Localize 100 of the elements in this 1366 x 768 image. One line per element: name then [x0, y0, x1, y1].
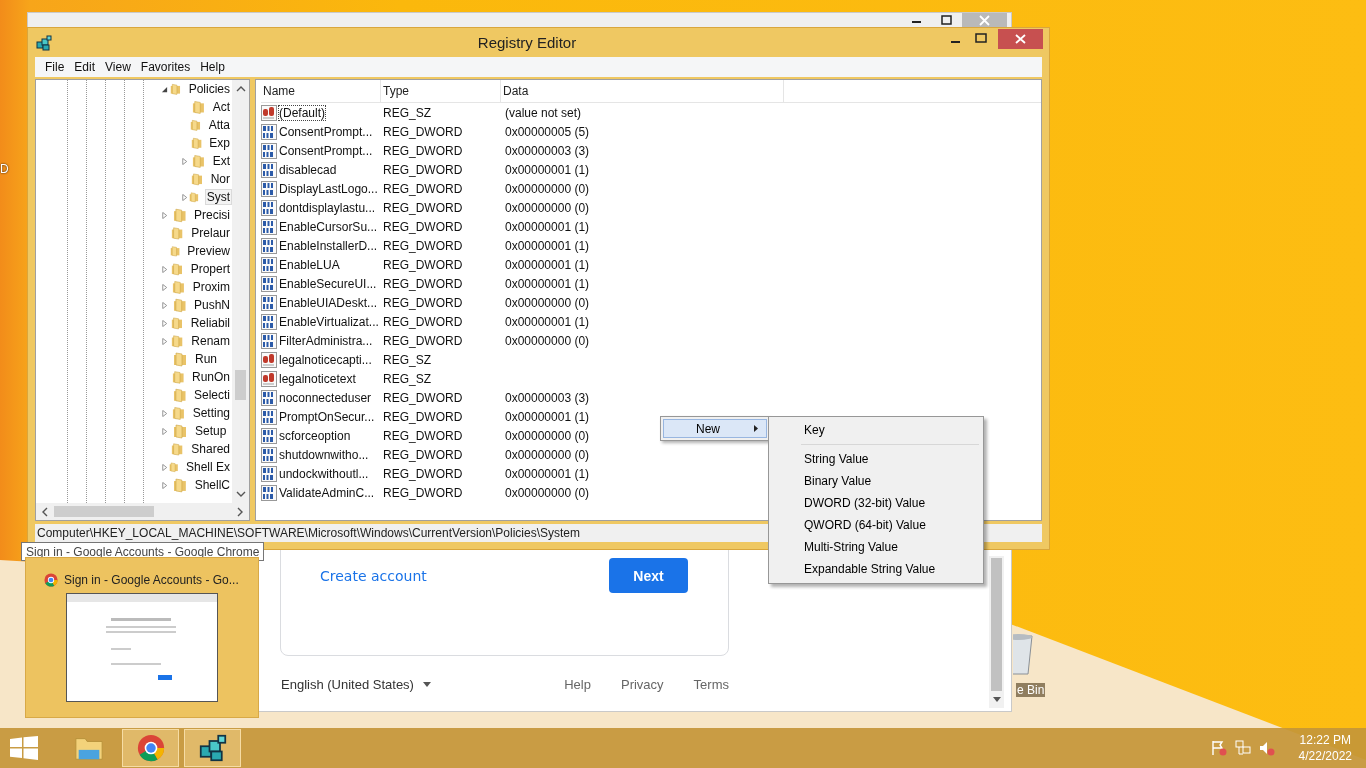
folder-icon	[173, 423, 189, 439]
value-name[interactable]: scforceoption	[278, 427, 352, 444]
tree-item[interactable]: Shared	[189, 441, 232, 457]
tree-item[interactable]: Selecti	[191, 387, 232, 403]
scrollbar[interactable]	[989, 556, 1004, 708]
scroll-thumb[interactable]	[54, 506, 154, 517]
tree-item[interactable]: Reliabil	[188, 315, 232, 331]
value-name[interactable]: legalnoticecapti...	[278, 351, 373, 368]
value-name[interactable]: dontdisplaylastu...	[278, 199, 377, 216]
window-preview[interactable]: Sign in - Google Accounts - Go...	[25, 557, 259, 718]
menu-item[interactable]: String Value	[771, 448, 981, 470]
tree-item[interactable]: Exp	[207, 135, 232, 151]
expand-icon[interactable]	[161, 319, 168, 327]
next-button[interactable]: Next	[609, 558, 688, 593]
recycle-bin-icon[interactable]	[1013, 632, 1034, 676]
column-header[interactable]: Type	[381, 80, 501, 102]
tree-item[interactable]: PushN	[191, 297, 232, 313]
scroll-thumb[interactable]	[991, 558, 1002, 691]
menu-item[interactable]: Key	[771, 419, 981, 441]
tree-item[interactable]: Precisi	[192, 207, 232, 223]
tree-item[interactable]: Run	[193, 351, 219, 367]
value-name[interactable]: legalnoticetext	[278, 370, 357, 387]
create-account-link[interactable]: Create account	[320, 567, 427, 584]
network-icon[interactable]	[1234, 740, 1251, 756]
expand-icon[interactable]	[161, 409, 168, 417]
value-name[interactable]: disablecad	[278, 161, 338, 178]
expand-icon[interactable]	[161, 481, 168, 489]
tree-item[interactable]: Atta	[206, 117, 232, 133]
tree-item[interactable]: RunOn	[189, 369, 232, 385]
desktop-icon-label[interactable]: e Bin	[1016, 683, 1046, 697]
tree-item[interactable]: Ext	[210, 153, 232, 169]
tree-item[interactable]: Act	[210, 99, 232, 115]
scroll-down-icon[interactable]	[235, 491, 246, 497]
scroll-right-icon[interactable]	[237, 506, 243, 517]
tree-item[interactable]: Propert	[188, 261, 232, 277]
expand-icon[interactable]	[161, 211, 168, 219]
tree-item[interactable]: Preview	[185, 243, 232, 259]
value-name[interactable]: PromptOnSecur...	[278, 408, 376, 425]
scroll-thumb[interactable]	[235, 370, 246, 400]
menu-item[interactable]: DWORD (32-bit) Value	[771, 492, 981, 514]
value-name[interactable]: EnableSecureUI...	[278, 275, 378, 292]
value-name[interactable]: (Default)	[278, 104, 326, 121]
tree-item[interactable]: ShellC	[192, 477, 232, 493]
windows-logo-icon[interactable]	[10, 736, 38, 760]
column-header[interactable]: Name	[261, 80, 381, 102]
taskbar-button[interactable]	[184, 729, 241, 767]
close-button[interactable]	[998, 29, 1043, 49]
value-name[interactable]: undockwithoutl...	[278, 465, 370, 482]
value-name[interactable]: DisplayLastLogo...	[278, 180, 379, 197]
expand-icon[interactable]	[161, 337, 168, 345]
value-name[interactable]: shutdownwitho...	[278, 446, 370, 463]
expand-icon[interactable]	[161, 283, 168, 291]
footer-link[interactable]: Help	[564, 677, 591, 692]
footer-link[interactable]: Privacy	[621, 677, 664, 692]
tree-item[interactable]: Prelaur	[189, 225, 232, 241]
tree-item[interactable]: Syst	[204, 189, 232, 205]
menu-item[interactable]: New	[663, 419, 767, 438]
value-name[interactable]: EnableVirtualizat...	[278, 313, 380, 330]
tree-item[interactable]: Shell Ex	[183, 459, 232, 475]
menu-item[interactable]: Binary Value	[771, 470, 981, 492]
expand-icon[interactable]	[161, 265, 168, 273]
scroll-down-icon[interactable]	[992, 697, 1001, 702]
menu-item[interactable]: Favorites	[136, 60, 197, 74]
menu-item[interactable]: Expandable String Value	[771, 558, 981, 580]
expand-icon[interactable]	[181, 157, 188, 165]
value-name[interactable]: EnableCursorSu...	[278, 218, 379, 235]
window-thumbnail[interactable]	[66, 593, 218, 702]
footer-link[interactable]: Terms	[693, 677, 729, 692]
muted-speaker-icon[interactable]	[1258, 740, 1275, 756]
scroll-left-icon[interactable]	[42, 506, 48, 517]
tree-item[interactable]: Nor	[208, 171, 232, 187]
tree-item[interactable]: Setting	[190, 405, 232, 421]
scrollbar[interactable]	[36, 503, 249, 520]
column-header[interactable]: Data	[501, 80, 784, 102]
value-name[interactable]: EnableLUA	[278, 256, 341, 273]
expand-icon[interactable]	[161, 301, 168, 309]
collapse-icon[interactable]	[161, 85, 168, 93]
language-dropdown[interactable]: English (United States)	[280, 677, 431, 692]
value-name[interactable]: EnableUIADeskt...	[278, 294, 379, 311]
tree-item[interactable]: Policies	[186, 81, 232, 97]
tree-item[interactable]: Proxim	[190, 279, 232, 295]
value-name[interactable]: EnableInstallerD...	[278, 237, 379, 254]
value-name[interactable]: ValidateAdminC...	[278, 484, 376, 501]
table-cell-text: 0x00000000 (0)	[504, 333, 590, 348]
value-name[interactable]: FilterAdministra...	[278, 332, 374, 349]
scrollbar[interactable]	[232, 80, 249, 503]
menu-item[interactable]: Edit	[70, 60, 102, 74]
value-name[interactable]: ConsentPrompt...	[278, 142, 374, 159]
flag-icon[interactable]	[1210, 740, 1227, 756]
expand-icon[interactable]	[161, 427, 168, 435]
expand-icon[interactable]	[161, 463, 168, 471]
menu-item[interactable]: Help	[196, 60, 231, 74]
expand-icon[interactable]	[181, 193, 188, 201]
tree-item[interactable]: Renam	[189, 333, 232, 349]
tree-item[interactable]: Setup	[193, 423, 229, 439]
menu-item[interactable]: View	[101, 60, 137, 74]
menu-item[interactable]: File	[41, 60, 71, 74]
scroll-up-icon[interactable]	[235, 86, 246, 92]
value-name[interactable]: noconnecteduser	[278, 389, 373, 406]
value-name[interactable]: ConsentPrompt...	[278, 123, 374, 140]
